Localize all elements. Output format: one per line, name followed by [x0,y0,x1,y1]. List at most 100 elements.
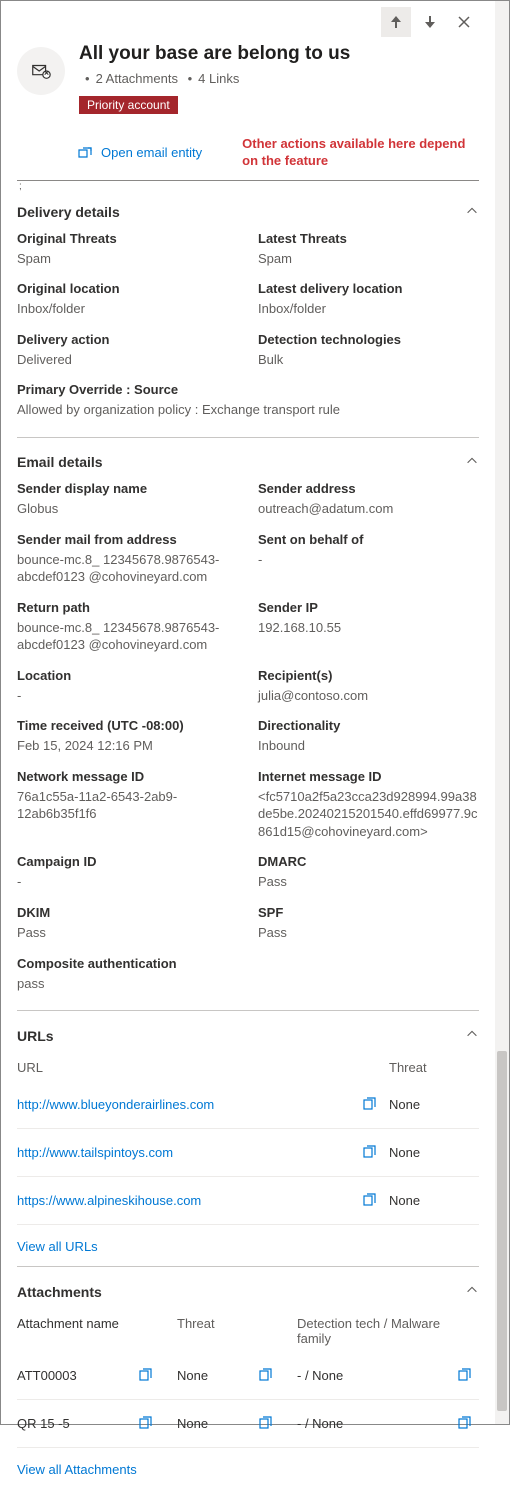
table-row: http://www.blueyonderairlines.com None [17,1081,479,1129]
copy-icon[interactable] [456,1366,472,1385]
value: Bulk [258,351,479,369]
copy-icon[interactable] [361,1095,377,1114]
url-link[interactable]: http://www.blueyonderairlines.com [17,1097,214,1112]
threat-value: None [389,1097,479,1112]
divider [17,1010,479,1011]
chevron-up-icon [465,1283,479,1300]
value: - [17,873,238,891]
open-entity-label: Open email entity [101,145,202,160]
copy-icon[interactable] [137,1414,153,1433]
delivery-section-title: Delivery details [17,204,120,220]
urls-section-title: URLs [17,1028,54,1044]
copy-icon[interactable] [456,1414,472,1433]
value: - [17,687,238,705]
value: Inbox/folder [17,300,238,318]
copy-icon[interactable] [361,1143,377,1162]
view-all-urls-link[interactable]: View all URLs [17,1225,479,1262]
value: <fc5710a2f5a23cca23d928994.99a38de5be.20… [258,788,479,841]
email-section-title: Email details [17,454,103,470]
label: Composite authentication [17,956,479,971]
value: Spam [17,250,238,268]
value: Delivered [17,351,238,369]
view-all-attachments-link[interactable]: View all Attachments [17,1448,479,1485]
meta-line: •2 Attachments •4 Links [79,71,479,86]
details-panel: All your base are belong to us •2 Attach… [1,1,495,1501]
value: Pass [258,924,479,942]
label: Network message ID [17,769,238,784]
chevron-up-icon [465,204,479,221]
label: DKIM [17,905,238,920]
value: outreach@adatum.com [258,500,479,518]
label: Sent on behalf of [258,532,479,547]
attachment-name: QR 15 -5 [17,1416,137,1431]
url-link[interactable]: http://www.tailspintoys.com [17,1145,173,1160]
value: bounce-mc.8_ 12345678.9876543-abcdef0123… [17,619,238,654]
value: pass [17,975,479,993]
threat-value: None [389,1145,479,1160]
label: Delivery action [17,332,238,347]
value: Inbound [258,737,479,755]
divider [17,1266,479,1267]
attachments-count: 2 Attachments [96,71,178,86]
table-row: https://www.alpineskihouse.comNone [17,1177,479,1225]
value: Allowed by organization policy : Exchang… [17,401,479,419]
label: Time received (UTC -08:00) [17,718,238,733]
scrollbar-thumb[interactable] [497,1051,507,1411]
label: Sender IP [258,600,479,615]
actions-hint: Other actions available here depend on t… [242,136,479,170]
value: bounce-mc.8_ 12345678.9876543-abcdef0123… [17,551,238,586]
value: Feb 15, 2024 12:16 PM [17,737,238,755]
chevron-up-icon [465,454,479,471]
detection-value: - / None [297,1368,449,1383]
scrollbar-track[interactable] [495,1,509,1424]
col-name: Attachment name [17,1316,137,1346]
label: Detection technologies [258,332,479,347]
urls-section-header[interactable]: URLs [17,1015,479,1054]
label: SPF [258,905,479,920]
url-link[interactable]: https://www.alpineskihouse.com [17,1193,201,1208]
label: Location [17,668,238,683]
attachments-section-title: Attachments [17,1284,102,1300]
label: Return path [17,600,238,615]
table-row: QR 15 -5None- / None [17,1400,479,1448]
delivery-section-header[interactable]: Delivery details [17,192,479,231]
col-threat: Threat [177,1316,257,1346]
value: Inbox/folder [258,300,479,318]
value: Pass [17,924,238,942]
value: Spam [258,250,479,268]
threat-value: None [177,1368,257,1383]
label: Internet message ID [258,769,479,784]
mail-avatar-icon [17,47,65,95]
chevron-up-icon [465,1027,479,1044]
open-email-entity-button[interactable]: Open email entity [77,145,202,161]
value: 76a1c55a-11a2-6543-2ab9-12ab6b35f1f6 [17,788,238,823]
attachments-section-header[interactable]: Attachments [17,1271,479,1310]
email-subject: All your base are belong to us [79,43,479,65]
arrow-up-icon[interactable] [381,7,411,37]
value: julia@contoso.com [258,687,479,705]
attachments-table-head: Attachment name . Threat . Detection tec… [17,1310,479,1352]
copy-icon[interactable] [257,1366,273,1385]
table-row: ATT00003None- / None [17,1352,479,1400]
label: Directionality [258,718,479,733]
label: Latest delivery location [258,281,479,296]
value: Pass [258,873,479,891]
label: DMARC [258,854,479,869]
table-row: http://www.tailspintoys.com None [17,1129,479,1177]
col-threat: Threat [389,1060,479,1075]
email-section-header[interactable]: Email details [17,442,479,481]
copy-icon[interactable] [257,1414,273,1433]
tiny-mark: ; [17,181,479,192]
threat-value: None [177,1416,257,1431]
label: Latest Threats [258,231,479,246]
close-icon[interactable] [449,7,479,37]
priority-badge: Priority account [79,96,178,114]
arrow-down-icon[interactable] [415,7,445,37]
value: Globus [17,500,238,518]
copy-icon[interactable] [361,1191,377,1210]
links-count: 4 Links [198,71,239,86]
col-url: URL [17,1060,349,1075]
divider [17,437,479,438]
label: Primary Override : Source [17,382,479,397]
copy-icon[interactable] [137,1366,153,1385]
